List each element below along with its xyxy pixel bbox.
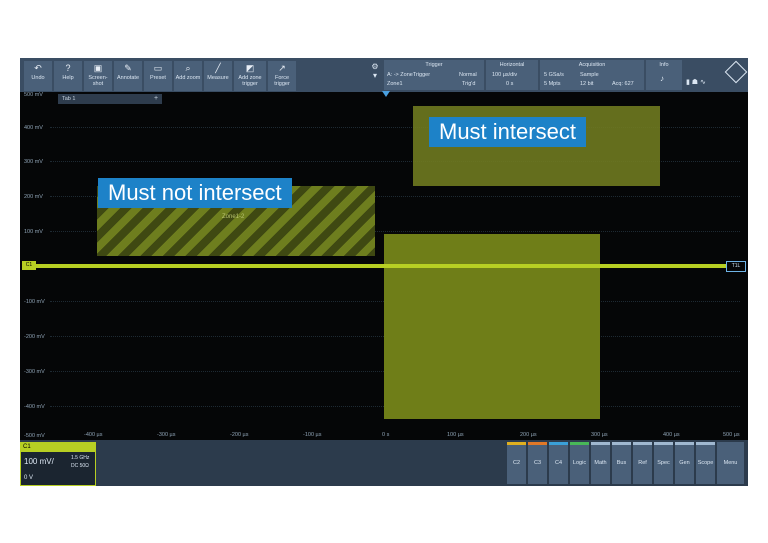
help-icon: ? — [65, 63, 71, 73]
y-tick-label: -200 mV — [24, 334, 45, 340]
bus-button[interactable]: Bus — [612, 442, 631, 484]
add-zoom-button[interactable]: ⌕ Add zoom — [174, 61, 202, 91]
channel-marker-c1[interactable]: C1 — [22, 261, 36, 270]
x-tick-label: 100 µs — [447, 432, 464, 438]
trigger-info[interactable]: Trigger A: -> ZoneTrigger Zone1 Normal T… — [384, 60, 484, 90]
callout-must-intersect: Must intersect — [429, 117, 586, 147]
logic-button[interactable]: Logic — [570, 442, 589, 484]
x-tick-label: 0 s — [382, 432, 390, 438]
tab-1[interactable]: Tab 1 — [58, 94, 152, 104]
status-icons: ▮ ☗ ∿ — [686, 79, 706, 86]
x-tick-label: -300 µs — [157, 432, 176, 438]
annotate-button[interactable]: ✎ Annotate — [114, 61, 142, 91]
c1-scale: 100 mV/ — [24, 457, 54, 466]
zone-must-intersect[interactable] — [384, 234, 600, 419]
y-tick-label: -100 mV — [24, 299, 45, 305]
zone-label: Zone1-2 — [222, 214, 245, 220]
screenshot-button[interactable]: ▣ Screen-shot — [84, 61, 112, 91]
horizontal-info[interactable]: Horizontal 100 µs/div 0 s — [486, 60, 538, 90]
math-button[interactable]: Math — [591, 442, 610, 484]
x-tick-label: 400 µs — [663, 432, 680, 438]
settings-gear-icon[interactable]: ⚙ ▾ — [369, 62, 381, 88]
add-zone-trigger-button[interactable]: ◩ Add zone trigger — [234, 61, 266, 91]
callout-must-not-intersect: Must not intersect — [98, 178, 292, 208]
c1-bandwidth: 1.5 GHz — [71, 455, 90, 461]
pen-icon: ✎ — [124, 63, 132, 73]
preset-icon: ▭ — [153, 63, 163, 73]
x-tick-label: -400 µs — [84, 432, 103, 438]
zone-trigger-icon: ◩ — [245, 63, 255, 73]
bottom-bar: C1 100 mV/ 1.5 GHz DC 50Ω 0 V C2 C3 C4 L… — [20, 440, 748, 486]
x-tick-label: 200 µs — [520, 432, 537, 438]
c1-label: C1 — [21, 443, 95, 452]
y-tick-label: 300 mV — [24, 159, 43, 165]
add-tab-button[interactable]: + — [150, 94, 162, 104]
preset-button[interactable]: ▭ Preset — [144, 61, 172, 91]
c1-coupling: DC 50Ω — [71, 463, 89, 469]
spec-button[interactable]: Spec — [654, 442, 673, 484]
scope-button[interactable]: Scope — [696, 442, 715, 484]
measure-button[interactable]: ╱ Measure — [204, 61, 232, 91]
toolbar: ↶ Undo ? Help ▣ Screen-shot ✎ Annotate ▭ Pres… — [20, 58, 748, 92]
force-trigger-icon: ↗ — [278, 63, 286, 73]
acquisition-info[interactable]: Acquisition 5 GSa/s 5 Mpts Sample 12 bit… — [540, 60, 644, 90]
y-tick-label: 500 mV — [24, 92, 43, 98]
menu-button[interactable]: Menu — [717, 442, 744, 484]
y-tick-label: -400 mV — [24, 404, 45, 410]
bell-icon: ♪ — [660, 74, 664, 83]
c1-waveform-trace — [30, 264, 740, 268]
y-tick-label: 100 mV — [24, 229, 43, 235]
help-button[interactable]: ? Help — [54, 61, 82, 91]
gen-button[interactable]: Gen — [675, 442, 694, 484]
y-tick-label: 400 mV — [24, 125, 43, 131]
magnifier-icon: ⌕ — [185, 63, 191, 73]
camera-icon: ▣ — [93, 63, 103, 73]
x-tick-label: 500 µs — [723, 432, 740, 438]
trigger-position-marker[interactable] — [382, 91, 390, 97]
y-tick-label: -500 mV — [24, 433, 45, 439]
c2-button[interactable]: C2 — [507, 442, 526, 484]
waveform-diagram[interactable]: Tab 1 + 500 mV 400 mV 300 mV 200 mV 100 … — [20, 91, 748, 440]
c1-channel-box[interactable]: C1 100 mV/ 1.5 GHz DC 50Ω 0 V — [20, 442, 96, 486]
info-panel[interactable]: Info ♪ — [646, 60, 682, 90]
c3-button[interactable]: C3 — [528, 442, 547, 484]
c4-button[interactable]: C4 — [549, 442, 568, 484]
trigger-level-marker[interactable]: T1L — [726, 261, 746, 272]
rohde-schwarz-logo — [724, 60, 748, 84]
force-trigger-button[interactable]: ↗ Force trigger — [268, 61, 296, 91]
y-tick-label: -300 mV — [24, 369, 45, 375]
ruler-icon: ╱ — [215, 63, 221, 73]
x-tick-label: -200 µs — [230, 432, 249, 438]
ref-button[interactable]: Ref — [633, 442, 652, 484]
undo-icon: ↶ — [34, 63, 42, 73]
undo-button[interactable]: ↶ Undo — [24, 61, 52, 91]
c1-offset: 0 V — [24, 475, 34, 481]
x-tick-label: 300 µs — [591, 432, 608, 438]
oscilloscope-window: ↶ Undo ? Help ▣ Screen-shot ✎ Annotate ▭ Pres… — [20, 58, 748, 486]
x-tick-label: -100 µs — [303, 432, 322, 438]
y-tick-label: 200 mV — [24, 194, 43, 200]
